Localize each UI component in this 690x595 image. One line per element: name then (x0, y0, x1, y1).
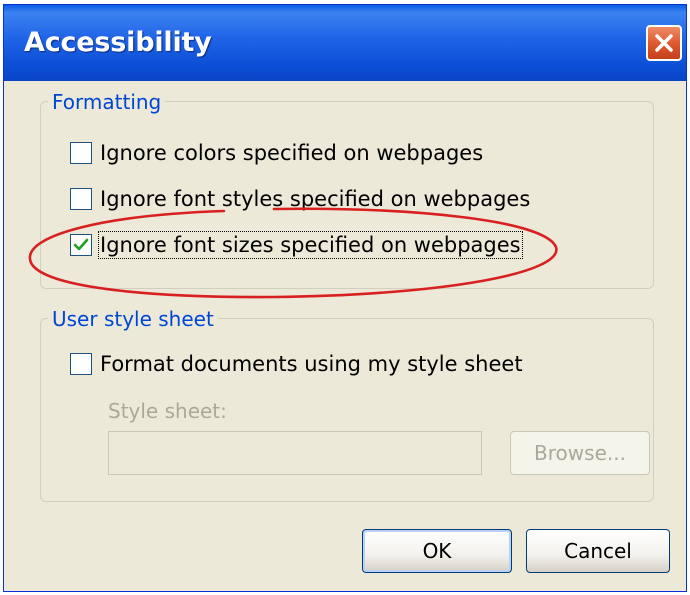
format-documents-option[interactable]: Format documents using my style sheet (70, 350, 523, 378)
close-button[interactable] (646, 25, 682, 61)
style-sheet-label: Style sheet: (108, 399, 227, 423)
close-icon (655, 34, 673, 52)
style-sheet-input[interactable] (108, 431, 482, 475)
accessibility-dialog: Accessibility Formatting Ignore colors s… (3, 4, 687, 592)
dialog-title: Accessibility (24, 27, 212, 58)
cancel-button[interactable]: Cancel (526, 529, 670, 573)
ignore-colors-label: Ignore colors specified on webpages (100, 141, 484, 165)
annotation-ellipse (28, 207, 558, 299)
formatting-group-label: Formatting (48, 90, 166, 114)
ignore-colors-option[interactable]: Ignore colors specified on webpages (70, 139, 483, 167)
user-style-sheet-group-label: User style sheet (48, 307, 218, 331)
title-bar[interactable]: Accessibility (4, 5, 686, 81)
browse-button[interactable]: Browse... (510, 431, 650, 475)
format-documents-checkbox[interactable] (70, 353, 92, 375)
format-documents-label: Format documents using my style sheet (100, 352, 523, 376)
ignore-colors-checkbox[interactable] (70, 142, 92, 164)
ok-button[interactable]: OK (362, 529, 512, 573)
